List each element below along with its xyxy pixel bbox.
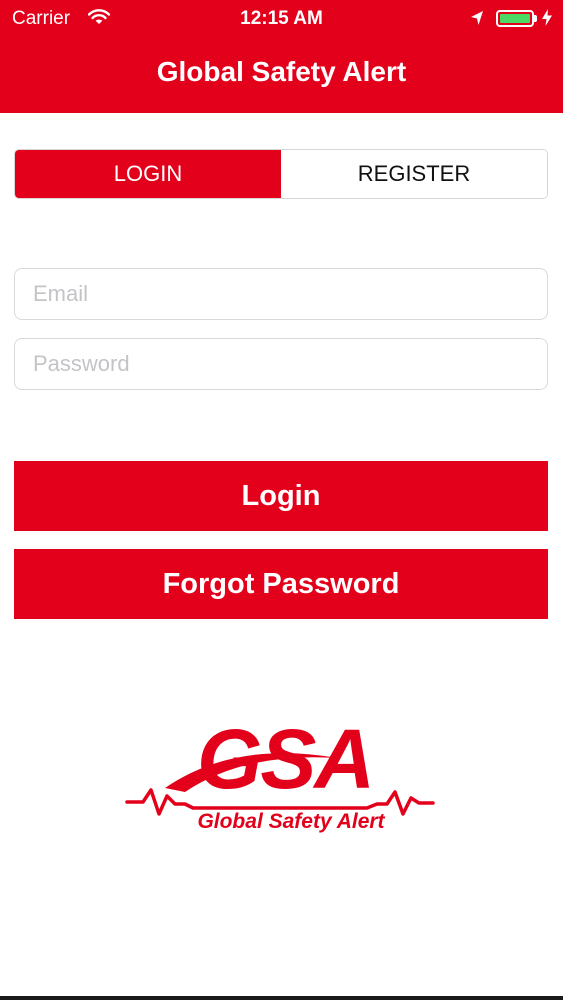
tab-register[interactable]: REGISTER [281, 150, 547, 198]
auth-mode-segmented-control: LOGIN REGISTER [14, 149, 548, 199]
gsa-logo: GSA Global Safety Alert [125, 700, 435, 840]
status-bar: Carrier 12:15 AM [0, 0, 563, 38]
battery-level [500, 14, 530, 23]
password-field[interactable] [14, 338, 548, 390]
battery-cap [534, 15, 537, 22]
location-arrow-icon [470, 10, 484, 32]
logo-tagline: Global Safety Alert [197, 810, 385, 833]
forgot-password-button[interactable]: Forgot Password [14, 549, 548, 619]
page-title: Global Safety Alert [156, 56, 407, 87]
app-header: Carrier 12:15 AM Global Safety Alert [0, 0, 563, 113]
charging-bolt-icon [542, 9, 552, 32]
login-button[interactable]: Login [14, 461, 548, 531]
tab-login[interactable]: LOGIN [15, 150, 281, 198]
bottom-edge-bar [0, 996, 563, 1000]
email-field[interactable] [14, 268, 548, 320]
battery-icon [496, 10, 534, 27]
logo-monogram: GSA [197, 712, 373, 806]
